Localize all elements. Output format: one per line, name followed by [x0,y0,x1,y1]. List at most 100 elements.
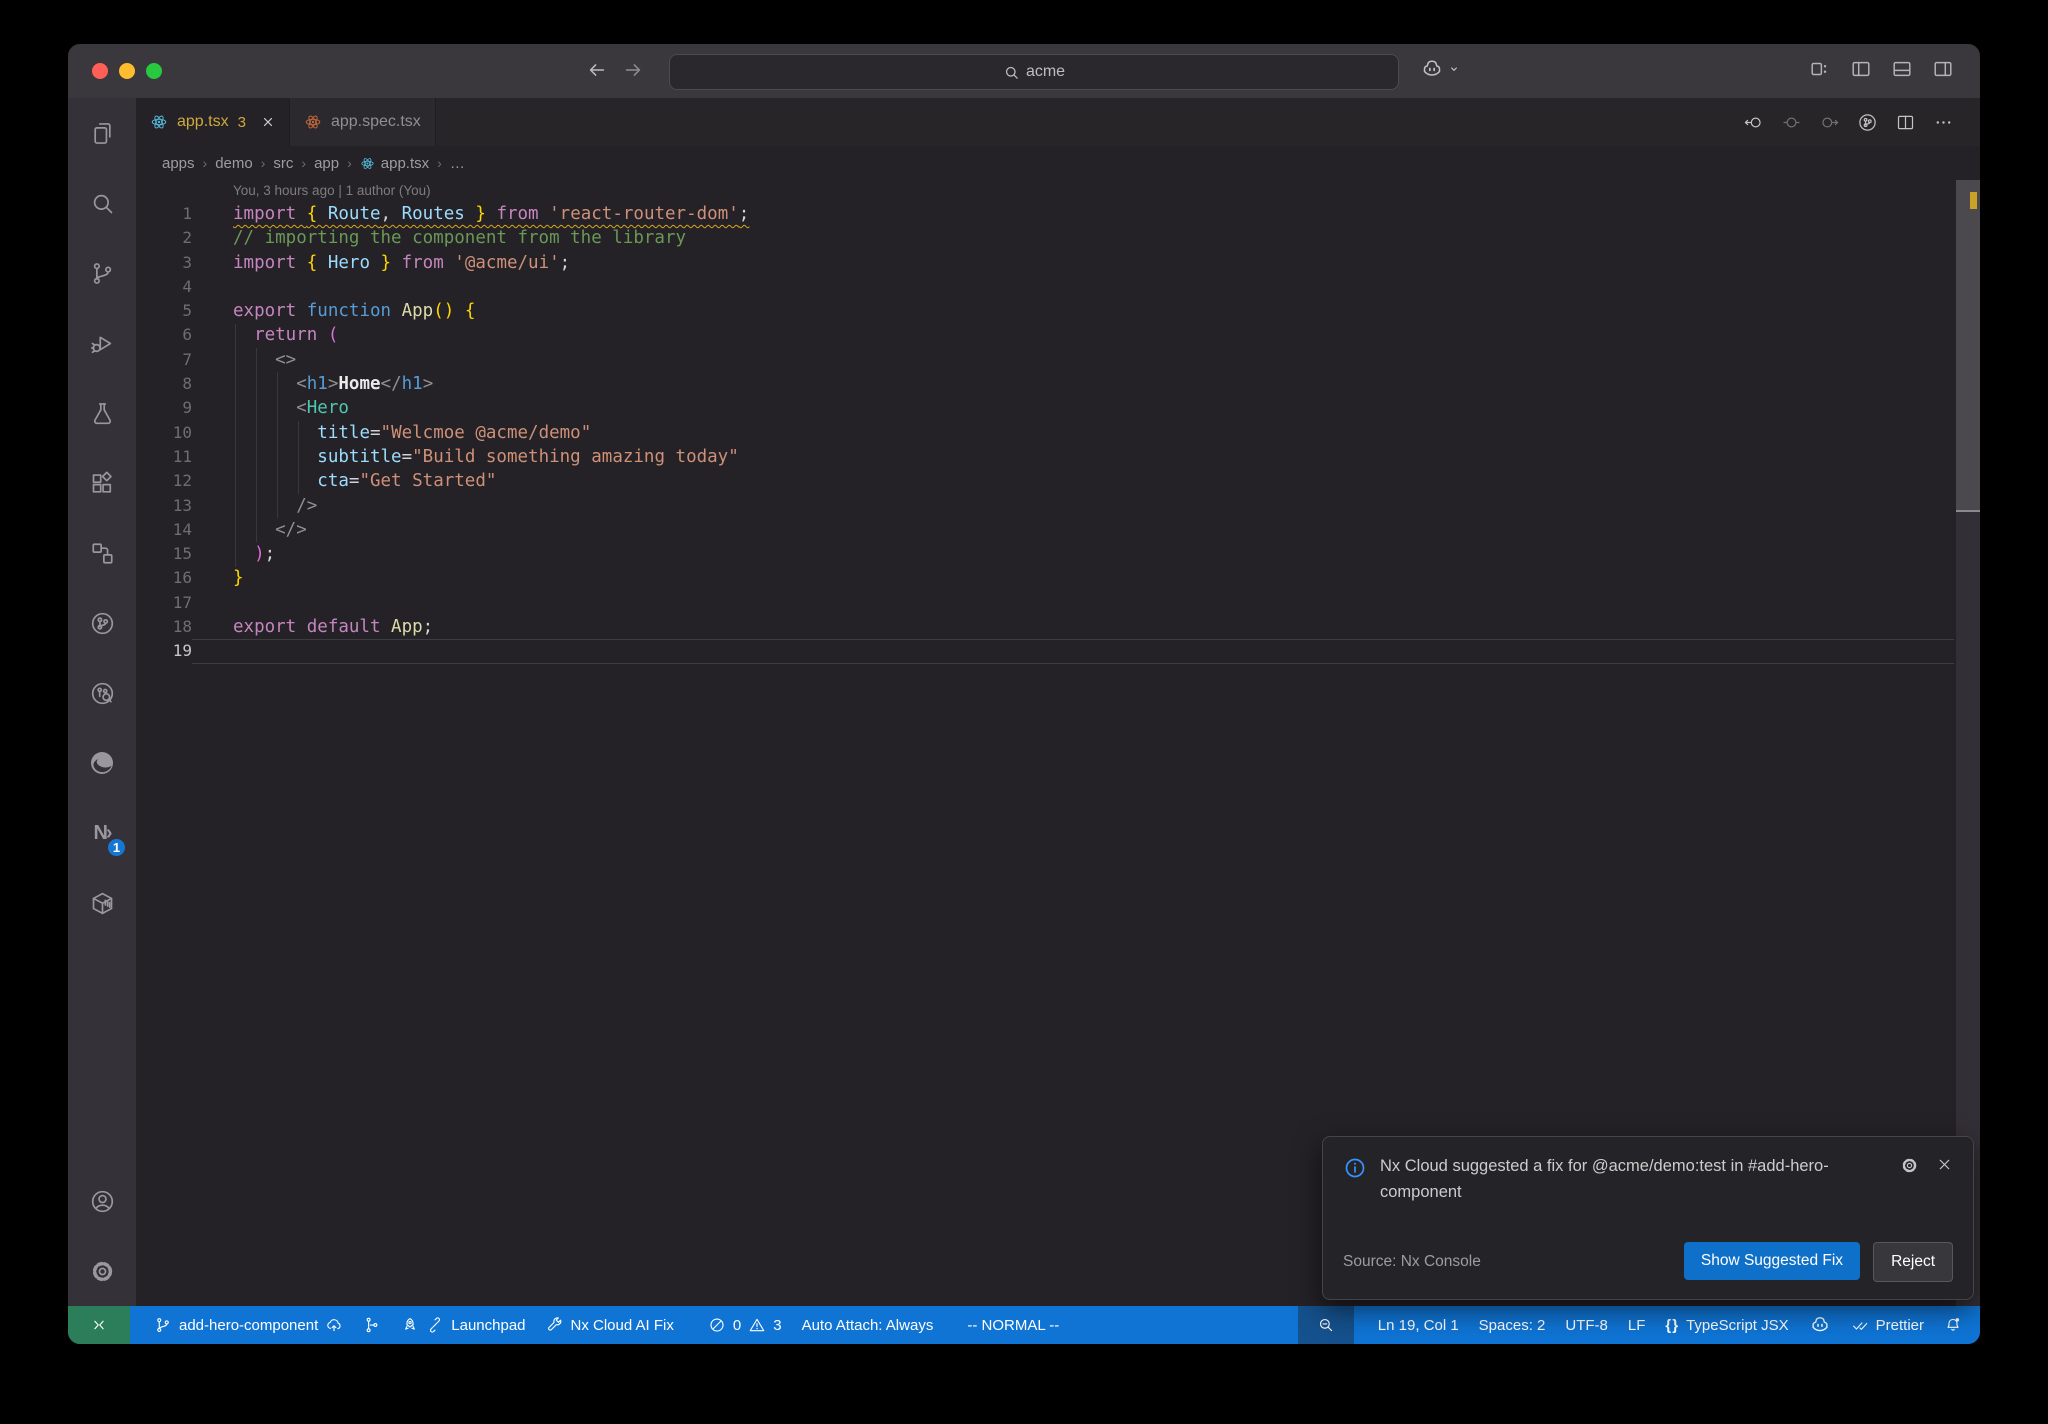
line-number: 16 [172,568,192,588]
command-center-search[interactable]: acme [669,54,1399,90]
activity-item-nx-console[interactable]: N› 1 [68,798,136,868]
activity-item-remote-explorer[interactable] [68,518,136,588]
status-gitlens-launchpad[interactable]: Launchpad [391,1306,535,1344]
code-line-14[interactable]: 14 </> [136,518,1980,542]
maximize-window-button[interactable] [146,63,162,79]
code-line-17[interactable]: 17 [136,591,1980,615]
status-label: Ln 19, Col 1 [1377,1316,1459,1334]
activity-item-testing[interactable] [68,378,136,448]
previous-change-icon[interactable] [1743,112,1764,133]
breadcrumb-item-apps[interactable]: apps [162,155,195,172]
status-auto-attach[interactable]: Auto Attach: Always [792,1306,944,1344]
breadcrumb-item-demo[interactable]: demo [215,155,253,172]
more-actions-icon[interactable] [1933,112,1954,133]
code-line-11[interactable]: 11 subtitle="Build something amazing tod… [136,445,1980,469]
code-line-8[interactable]: 8 <h1>Home</h1> [136,372,1980,396]
activity-item-explorer[interactable] [68,98,136,168]
tab-problems-badge: 3 [237,113,246,131]
code-line-12[interactable]: 12 cta="Get Started" [136,469,1980,493]
close-tab-icon[interactable] [261,115,275,129]
breadcrumb-item-[interactable]: … [450,155,465,172]
minimize-window-button[interactable] [119,63,135,79]
open-changes-icon[interactable] [1781,112,1802,133]
breadcrumb-item-apptsx[interactable]: app.tsx [360,155,429,172]
code-line-9[interactable]: 9 <Hero [136,396,1980,420]
activity-item-source-control[interactable] [68,238,136,308]
box-icon [89,890,116,917]
code-line-13[interactable]: 13 /> [136,494,1980,518]
status-language-mode[interactable]: {} TypeScript JSX [1655,1306,1798,1344]
line-content: import { Hero } from '@acme/ui'; [233,252,571,273]
gitlens-graph-icon[interactable] [1857,112,1878,133]
breadcrumb[interactable]: apps › demo › src › app › app.tsx ›… [136,146,1980,180]
code-line-15[interactable]: 15 ); [136,542,1980,566]
status-copilot-status[interactable] [1799,1306,1841,1344]
next-change-icon[interactable] [1819,112,1840,133]
activity-item-edge-tools[interactable] [68,728,136,798]
status-remote-indicator[interactable] [68,1306,130,1344]
code-line-2[interactable]: 2 // importing the component from the lib… [136,226,1980,250]
tab-app-tsx[interactable]: app.tsx 3 [136,98,290,146]
reject-button[interactable]: Reject [1873,1242,1953,1282]
copilot-menu[interactable] [1420,57,1462,81]
code-line-19[interactable]: 19 [136,639,1980,664]
status-label: LF [1627,1316,1646,1334]
code-line-4[interactable]: 4 [136,275,1980,299]
activity-item-search[interactable] [68,168,136,238]
code-line-5[interactable]: 5 export function App() { [136,299,1980,323]
status-git-branch[interactable]: add-hero-component [144,1306,353,1344]
code-line-18[interactable]: 18 export default App; [136,615,1980,639]
activity-item-accounts[interactable] [68,1166,136,1236]
back-arrow-icon[interactable] [586,59,608,81]
react-icon [304,113,322,131]
show-suggested-fix-button[interactable]: Show Suggested Fix [1683,1242,1861,1280]
status-nx-cloud-ai-fix[interactable]: Nx Cloud AI Fix [536,1306,684,1344]
breadcrumb-item-app[interactable]: app [314,155,339,172]
copilot-icon [1420,57,1444,81]
braces-icon: {} [1665,1316,1680,1334]
breadcrumb-separator: › [202,155,208,171]
breadcrumb-separator: › [437,155,442,171]
customize-layout-icon[interactable] [1809,58,1831,80]
status-prettier[interactable]: Prettier [1841,1306,1934,1344]
status-zoom-indicator[interactable] [1297,1306,1354,1344]
breadcrumb-item-src[interactable]: src [273,155,293,172]
activity-item-run-and-debug[interactable] [68,308,136,378]
toggle-secondary-sidebar-icon[interactable] [1932,58,1954,80]
tab-app-spec-tsx[interactable]: app.spec.tsx [289,98,436,146]
overview-ruler-warning-mark [1970,192,1977,209]
notification-close-icon[interactable] [1936,1156,1953,1173]
activity-item-settings[interactable] [68,1236,136,1306]
status-indentation[interactable]: Spaces: 2 [1469,1306,1556,1344]
status-problems[interactable]: 03 [698,1306,792,1344]
split-editor-icon[interactable] [1895,112,1916,133]
code-line-10[interactable]: 10 title="Welcmoe @acme/demo" [136,421,1980,445]
status-cursor-position[interactable]: Ln 19, Col 1 [1368,1306,1469,1344]
toggle-primary-sidebar-icon[interactable] [1850,58,1872,80]
status-eol-sequence[interactable]: LF [1618,1306,1656,1344]
status-notifications-bell[interactable] [1934,1306,1972,1344]
notification-settings-gear-icon[interactable] [1900,1156,1919,1175]
code-line-6[interactable]: 6 return ( [136,323,1980,347]
code-line-16[interactable]: 16} [136,566,1980,590]
status-commit-graph[interactable] [353,1306,391,1344]
code-line-7[interactable]: 7 <> [136,348,1980,372]
activity-item-containers[interactable] [68,868,136,938]
activity-item-extensions[interactable] [68,448,136,518]
line-content: ); [254,544,276,565]
line-number: 8 [182,374,192,394]
toggle-panel-icon[interactable] [1891,58,1913,80]
activity-item-gitlens[interactable] [68,588,136,658]
code-line-3[interactable]: 3 import { Hero } from '@acme/ui'; [136,251,1980,275]
status-label: UTF-8 [1565,1316,1608,1334]
close-window-button[interactable] [92,63,108,79]
search-icon [1003,64,1020,81]
status-encoding[interactable]: UTF-8 [1555,1306,1618,1344]
cloud-upload-icon [325,1316,343,1334]
status-vim-mode[interactable]: -- NORMAL -- [957,1306,1069,1344]
scrollbar-thumb[interactable] [1956,180,1980,510]
activity-item-gitlens-inspect[interactable] [68,658,136,728]
line-number: 11 [172,446,192,466]
forward-arrow-icon[interactable] [622,59,644,81]
code-line-1[interactable]: 1 import { Route, Routes } from 'react-ro… [136,202,1980,226]
